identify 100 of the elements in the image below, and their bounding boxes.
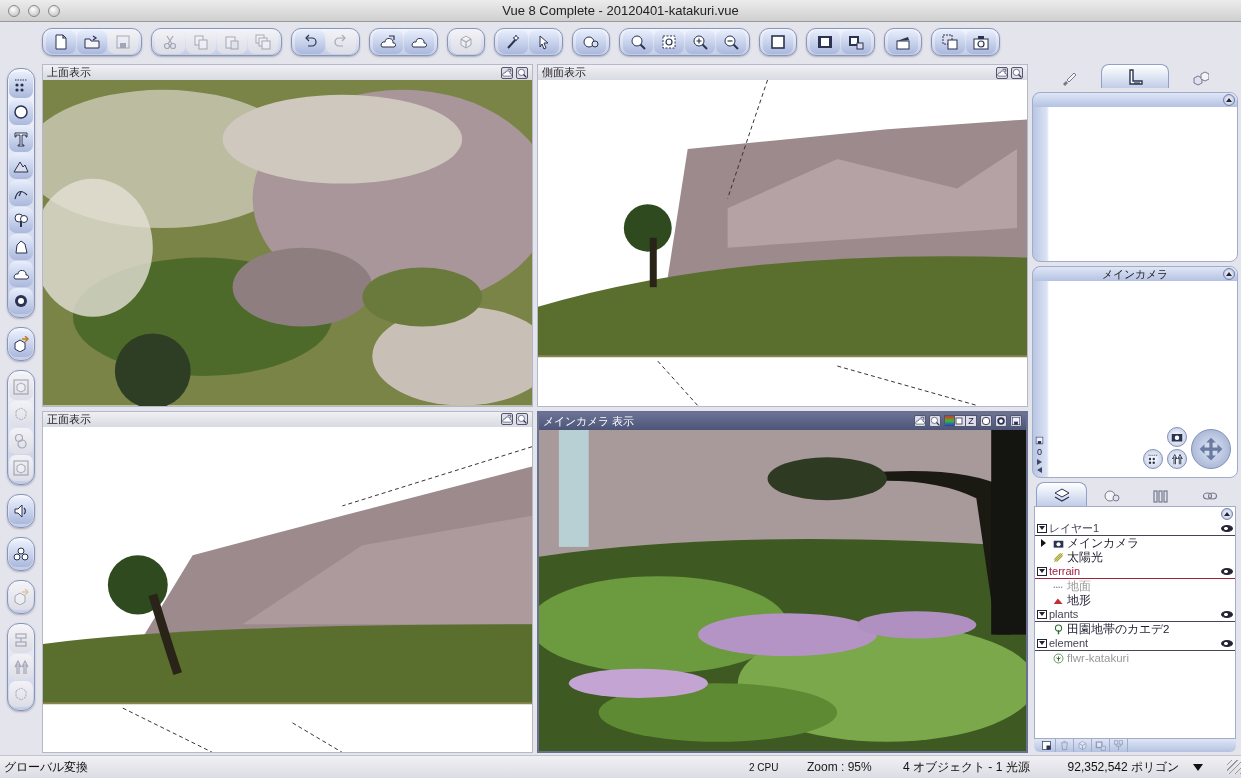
elevate-button[interactable] bbox=[1167, 449, 1187, 469]
channel-button[interactable]: Z bbox=[965, 416, 976, 426]
t-shape-icon bbox=[13, 131, 29, 147]
layer-row[interactable]: レイヤー1 bbox=[1035, 521, 1235, 536]
tool-button[interactable] bbox=[498, 30, 528, 54]
maximize-button[interactable] bbox=[929, 415, 941, 427]
viewport-title: メインカメラ 表示 bbox=[543, 413, 635, 429]
play-icon[interactable] bbox=[1037, 459, 1042, 465]
bars-icon bbox=[1152, 488, 1169, 504]
spheres-icon bbox=[583, 34, 599, 50]
tool-button[interactable] bbox=[9, 72, 33, 98]
eye-icon[interactable] bbox=[1221, 524, 1233, 532]
object-name[interactable]: メインカメラ bbox=[1067, 535, 1139, 551]
magnifier-icon bbox=[930, 416, 940, 426]
panel-tab[interactable] bbox=[1036, 482, 1087, 506]
tool-button[interactable] bbox=[9, 180, 33, 206]
collapse-button[interactable] bbox=[1221, 508, 1233, 520]
stacked-pages-icon bbox=[255, 34, 271, 50]
sphere-icon bbox=[13, 104, 29, 120]
viewport-title: 上面表示 bbox=[47, 65, 91, 80]
dashed-cube-icon bbox=[13, 406, 29, 422]
zoom-button[interactable] bbox=[48, 4, 60, 17]
move-button[interactable] bbox=[1191, 429, 1231, 469]
layer-row[interactable]: terrain bbox=[1035, 564, 1235, 579]
polygon-count: 92,352,542 ポリゴン bbox=[1066, 758, 1179, 776]
layer-toggle-icon[interactable] bbox=[1037, 609, 1047, 619]
layer-row[interactable]: element bbox=[1035, 636, 1235, 651]
pan-button[interactable] bbox=[1143, 449, 1163, 469]
tool-button[interactable] bbox=[9, 288, 33, 314]
viewport[interactable]: 側面表示 bbox=[537, 64, 1028, 407]
tool-button[interactable] bbox=[9, 99, 33, 125]
layer-row[interactable]: plants bbox=[1035, 607, 1235, 622]
layer-toggle-icon[interactable] bbox=[1037, 523, 1047, 533]
maximize-button[interactable] bbox=[516, 66, 528, 79]
camera-button[interactable] bbox=[1167, 427, 1187, 447]
eye-icon[interactable] bbox=[1221, 610, 1233, 618]
object-name[interactable]: 太陽光 bbox=[1067, 549, 1103, 565]
panel-title: メインカメラ bbox=[1102, 266, 1168, 282]
panel-tab[interactable] bbox=[1101, 64, 1169, 88]
shading-button[interactable] bbox=[995, 415, 1007, 427]
minimize-button[interactable] bbox=[28, 4, 40, 17]
tool-button[interactable] bbox=[841, 30, 871, 54]
maximize-button[interactable] bbox=[1011, 66, 1023, 79]
viewport[interactable]: 正面表示 bbox=[42, 410, 533, 753]
layer-toggle-icon[interactable] bbox=[1037, 638, 1047, 648]
viewport[interactable]: 上面表示 bbox=[42, 64, 533, 407]
layer-name: element bbox=[1049, 637, 1090, 649]
speaker-icon bbox=[13, 503, 29, 519]
frame-counter: 0 bbox=[1037, 447, 1042, 457]
tool-button[interactable] bbox=[9, 153, 33, 179]
clipboard-icon bbox=[224, 34, 240, 50]
tool-button[interactable] bbox=[529, 30, 559, 54]
maximize-button[interactable] bbox=[516, 413, 528, 425]
save-button[interactable] bbox=[1010, 415, 1022, 427]
viewport-title: 正面表示 bbox=[47, 411, 91, 427]
tool-button[interactable] bbox=[9, 261, 33, 287]
clapper-icon bbox=[895, 34, 911, 50]
eye-icon[interactable] bbox=[1221, 567, 1233, 575]
arrows-up-icon bbox=[13, 659, 29, 675]
cpu-count: 2 CPU bbox=[749, 761, 780, 773]
layer-toggle-icon[interactable] bbox=[1037, 566, 1047, 576]
object-name[interactable]: 田園地帯のカエデ2 bbox=[1067, 621, 1170, 637]
tree-icon bbox=[1053, 623, 1064, 635]
tool-button[interactable] bbox=[373, 30, 403, 54]
framed-cube-icon bbox=[13, 460, 29, 476]
new-layer-icon bbox=[1041, 740, 1052, 751]
layer-name: terrain bbox=[1049, 565, 1082, 577]
tool-button[interactable] bbox=[9, 207, 33, 233]
resize-grip[interactable] bbox=[1227, 760, 1241, 774]
tool-button[interactable] bbox=[623, 30, 653, 54]
object-name[interactable]: 地形 bbox=[1067, 592, 1091, 608]
eye-icon[interactable] bbox=[1221, 639, 1233, 647]
tool-button[interactable] bbox=[810, 30, 840, 54]
zoom-level: Zoom : 95% bbox=[807, 760, 873, 774]
planet-icon bbox=[13, 293, 29, 309]
wand-icon bbox=[505, 34, 521, 50]
reverse-icon[interactable] bbox=[1037, 467, 1042, 473]
tool-button[interactable] bbox=[966, 30, 996, 54]
dashed-frame-icon bbox=[661, 34, 677, 50]
dropdown-icon[interactable] bbox=[1193, 763, 1203, 771]
refresh-button[interactable] bbox=[980, 415, 992, 427]
viewport[interactable]: メインカメラ 表示 Z bbox=[537, 410, 1028, 753]
tool-button[interactable] bbox=[404, 30, 434, 54]
cubes-icon bbox=[1193, 70, 1210, 86]
zoom-in-icon bbox=[692, 34, 708, 50]
ruler-icon bbox=[1127, 68, 1143, 85]
pages-icon bbox=[193, 34, 209, 50]
blob-icon bbox=[13, 433, 29, 449]
expand-icon[interactable] bbox=[1041, 539, 1046, 547]
color-channel-icon bbox=[945, 416, 954, 426]
dots-grid-icon bbox=[1147, 453, 1159, 465]
tool-button[interactable] bbox=[9, 234, 33, 260]
render-area-icon bbox=[942, 34, 958, 50]
tool-button[interactable] bbox=[716, 30, 746, 54]
tool-button[interactable] bbox=[685, 30, 715, 54]
three-circles-icon bbox=[13, 546, 29, 562]
save-button[interactable] bbox=[1035, 436, 1044, 445]
object-count: 4 オブジェクト - 1 光源 bbox=[903, 758, 1031, 776]
close-button[interactable] bbox=[8, 4, 20, 17]
channel-selector[interactable]: Z bbox=[944, 415, 977, 427]
